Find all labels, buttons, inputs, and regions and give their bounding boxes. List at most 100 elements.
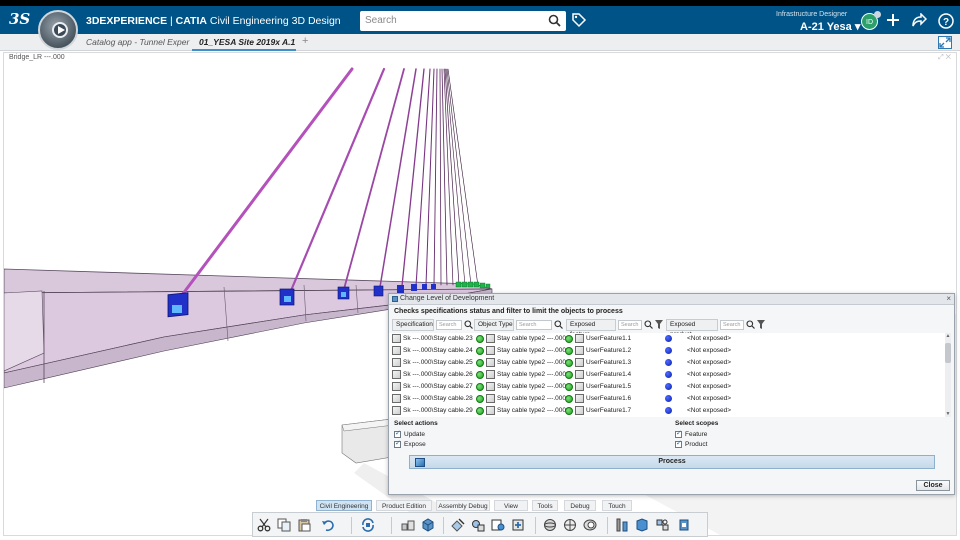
assembly-icon[interactable] xyxy=(401,518,415,532)
support-icon[interactable] xyxy=(615,518,629,532)
sphere-icon[interactable] xyxy=(543,518,557,532)
feature-cell: UserFeature1.2 xyxy=(586,347,632,354)
ds-logo[interactable]: 3S xyxy=(9,10,30,28)
feature-checkbox[interactable] xyxy=(675,429,682,438)
tab-yesa-site[interactable]: 01_YESA Site 2019x A.1 xyxy=(199,37,299,47)
scroll-up-icon[interactable]: ▲ xyxy=(945,333,951,339)
scroll-thumb[interactable] xyxy=(945,343,951,363)
status-ok-icon xyxy=(565,371,573,379)
status-ok-icon xyxy=(565,359,573,367)
notification-dot xyxy=(874,11,881,18)
scroll-down-icon[interactable]: ▼ xyxy=(945,411,951,417)
instantiate-icon[interactable] xyxy=(511,518,525,532)
table-row[interactable]: Sk ---.000\Stay cable.24 Stay cable type… xyxy=(389,345,947,357)
context-label: A-21 Yesa xyxy=(800,21,852,33)
search-input[interactable]: Search xyxy=(360,11,566,31)
cable-icon[interactable] xyxy=(635,518,649,532)
status-ok-icon xyxy=(565,335,573,343)
close-button[interactable]: Close xyxy=(916,480,950,491)
object-type-search-input[interactable]: Search xyxy=(516,320,552,330)
update-icon[interactable] xyxy=(361,518,375,532)
tab-civil-engineering[interactable]: Civil Engineering xyxy=(316,500,372,511)
paste-icon[interactable] xyxy=(297,518,311,532)
tab-product-edition[interactable]: Product Edition xyxy=(376,500,432,511)
tab-catalog-app[interactable]: Catalog app - Tunnel Exper xyxy=(86,37,190,47)
search-icon[interactable] xyxy=(644,320,653,331)
feature-cell: UserFeature1.6 xyxy=(586,395,632,402)
add-icon[interactable] xyxy=(886,13,900,30)
design-icon[interactable] xyxy=(451,518,465,532)
table-row[interactable]: Sk ---.000\Stay cable.28 Stay cable type… xyxy=(389,393,947,405)
tunnel-icon[interactable] xyxy=(583,518,597,532)
copy-icon[interactable] xyxy=(277,518,291,532)
status-exposed-icon xyxy=(665,407,672,414)
spec-cell: Sk ---.000\Stay cable.25 xyxy=(403,359,473,366)
viewport-controls-icon[interactable]: ⤢ ✕ xyxy=(938,54,951,62)
tab-debug[interactable]: Debug xyxy=(564,500,596,511)
exposed-feature-search-input[interactable]: Search xyxy=(618,320,642,330)
part-icon[interactable] xyxy=(421,518,435,532)
template-icon[interactable] xyxy=(471,518,485,532)
table-row[interactable]: Sk ---.000\Stay cable.25 Stay cable type… xyxy=(389,357,947,369)
feature-icon xyxy=(575,334,584,343)
dialog-titlebar[interactable]: Change Level of Development × xyxy=(389,294,954,305)
tab-touch[interactable]: Touch xyxy=(602,500,632,511)
brand-product: Civil Engineering 3D Design xyxy=(209,15,341,27)
feature-icon xyxy=(575,370,584,379)
feature-cell: UserFeature1.7 xyxy=(586,407,632,414)
role-label: Infrastructure Designer xyxy=(776,11,848,18)
filter-icon[interactable] xyxy=(757,320,765,331)
table-row[interactable]: Sk ---.000\Stay cable.23 Stay cable type… xyxy=(389,333,947,345)
tab-view[interactable]: View xyxy=(494,500,528,511)
process-button[interactable]: Process xyxy=(409,455,935,469)
specification-search-input[interactable]: Search xyxy=(436,320,462,330)
product-cell: <Not exposed> xyxy=(687,347,732,354)
search-icon[interactable] xyxy=(548,14,561,30)
table-row[interactable]: Sk ---.000\Stay cable.26 Stay cable type… xyxy=(389,369,947,381)
list-scrollbar[interactable]: ▲ ▼ xyxy=(945,333,951,417)
more-tools-icon[interactable] xyxy=(677,518,691,532)
app-brand: 3DEXPERIENCE | CATIA Civil Engineering 3… xyxy=(86,15,341,27)
close-icon[interactable]: × xyxy=(946,294,951,303)
search-icon[interactable] xyxy=(554,320,563,331)
search-icon[interactable] xyxy=(746,320,755,331)
context-selector[interactable]: A-21 Yesa ▾ xyxy=(800,20,860,33)
search-icon[interactable] xyxy=(464,320,473,331)
specification-list: Sk ---.000\Stay cable.23 Stay cable type… xyxy=(389,333,947,417)
sketch-icon xyxy=(392,382,401,391)
tag-icon[interactable] xyxy=(571,12,587,31)
column-header-exposed-product[interactable]: Exposed product xyxy=(666,319,718,338)
svg-text:?: ? xyxy=(943,17,949,28)
undo-icon[interactable] xyxy=(321,518,335,532)
settings-icon[interactable] xyxy=(655,518,669,532)
table-row[interactable]: Sk ---.000\Stay cable.27 Stay cable type… xyxy=(389,381,947,393)
tab-assembly-debug[interactable]: Assembly Debug xyxy=(436,500,490,511)
catalog-icon[interactable] xyxy=(491,518,505,532)
column-header-object-type[interactable]: Object Type xyxy=(474,319,514,331)
compass-icon[interactable] xyxy=(38,10,78,50)
expose-checkbox[interactable] xyxy=(394,439,401,448)
exposed-product-search-input[interactable]: Search xyxy=(720,320,744,330)
status-ok-icon xyxy=(565,347,573,355)
tab-tools[interactable]: Tools xyxy=(532,500,558,511)
shell-icon[interactable] xyxy=(563,518,577,532)
expand-icon[interactable] xyxy=(938,36,952,49)
product-checkbox[interactable] xyxy=(675,439,682,448)
toolbar-separator xyxy=(443,517,444,534)
status-exposed-icon xyxy=(665,335,672,342)
column-header-specification[interactable]: Specification xyxy=(392,319,434,331)
status-ok-icon xyxy=(476,407,484,415)
help-icon[interactable]: ? xyxy=(938,13,954,32)
update-checkbox[interactable] xyxy=(394,429,401,438)
add-tab-icon[interactable]: + xyxy=(302,35,308,47)
sketch-icon xyxy=(392,358,401,367)
column-header-exposed-feature[interactable]: Exposed feature xyxy=(566,319,616,338)
avatar[interactable]: ID xyxy=(861,11,881,30)
share-icon[interactable] xyxy=(912,12,928,30)
spec-cell: Sk ---.000\Stay cable.24 xyxy=(403,347,473,354)
filter-icon[interactable] xyxy=(655,320,663,331)
status-ok-icon xyxy=(565,407,573,415)
table-row[interactable]: Sk ---.000\Stay cable.29 Stay cable type… xyxy=(389,405,947,417)
cut-icon[interactable] xyxy=(257,518,271,532)
play-icon[interactable] xyxy=(52,22,68,38)
